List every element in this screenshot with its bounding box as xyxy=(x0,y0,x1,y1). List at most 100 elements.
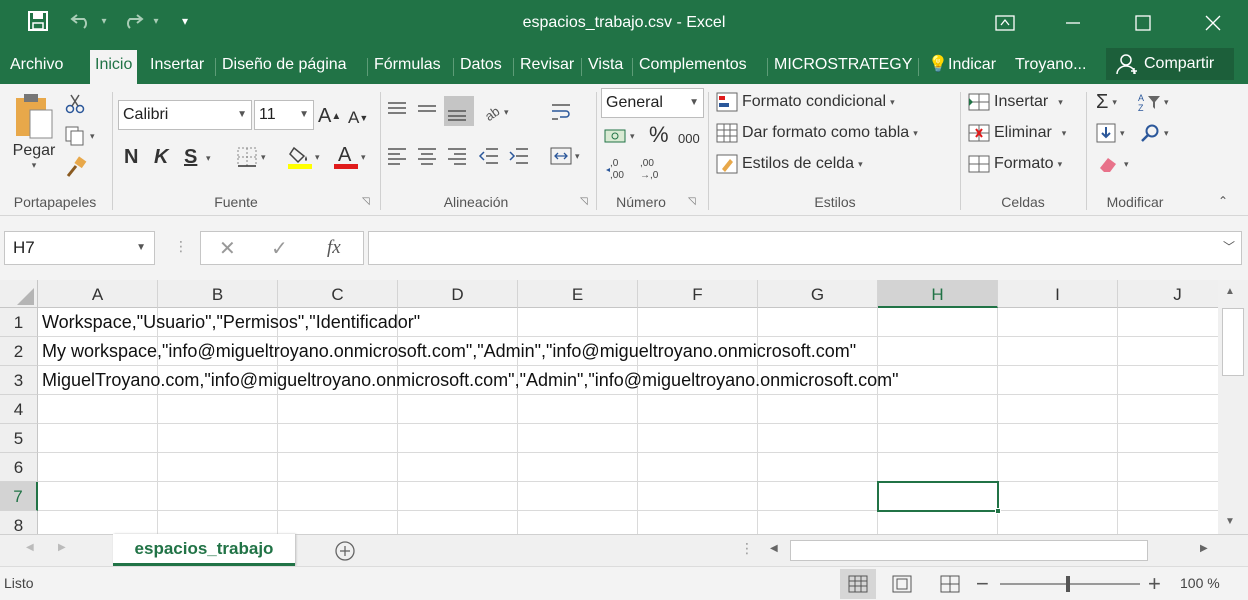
wrap-text-icon[interactable] xyxy=(550,100,576,124)
normal-view-icon[interactable] xyxy=(840,569,876,599)
copy-icon[interactable]: ▾ xyxy=(64,124,104,148)
bold-button[interactable]: N xyxy=(124,144,146,170)
zoom-out-icon[interactable]: − xyxy=(976,571,989,597)
conditional-format-button[interactable]: Formato condicional ▾ xyxy=(716,90,895,114)
paste-button[interactable]: Pegar ▾ xyxy=(10,92,58,182)
accounting-format-icon[interactable]: ▾ xyxy=(604,124,644,148)
fill-icon[interactable]: ▾ xyxy=(1096,121,1125,145)
cell-a3[interactable]: MiguelTroyano.com,"info@migueltroyano.on… xyxy=(42,366,899,395)
font-color-icon[interactable]: A ▾ xyxy=(334,142,374,172)
tab-split-handle-icon[interactable]: ⋮ xyxy=(740,540,754,557)
cell-a2[interactable]: My workspace,"info@migueltroyano.onmicro… xyxy=(42,337,856,366)
maximize-icon[interactable] xyxy=(1120,0,1166,46)
zoom-slider[interactable] xyxy=(1000,576,1140,592)
row-header-5[interactable]: 5 xyxy=(0,424,38,453)
increase-indent-icon[interactable] xyxy=(508,144,534,168)
number-launcher-icon[interactable]: ◹ xyxy=(688,196,696,207)
tab-microstrategy[interactable]: MICROSTRATEGY xyxy=(769,50,917,84)
align-top-icon[interactable] xyxy=(386,98,412,122)
fill-color-icon[interactable]: ▾ xyxy=(288,142,328,172)
comma-style-button[interactable]: 000 xyxy=(678,128,704,148)
align-middle-icon[interactable] xyxy=(416,98,442,122)
sheet-tab[interactable]: espacios_trabajo xyxy=(113,534,295,566)
row-header-4[interactable]: 4 xyxy=(0,395,38,424)
borders-icon[interactable]: ▾ xyxy=(236,144,276,170)
alignment-launcher-icon[interactable]: ◹ xyxy=(580,196,588,207)
font-size-select[interactable]: 11 ▼ xyxy=(254,100,314,130)
tell-me-box[interactable]: 💡Indicar xyxy=(926,50,1001,84)
horizontal-scrollbar[interactable]: ◀ ▶ xyxy=(764,538,1218,563)
column-header-d[interactable]: D xyxy=(398,280,518,308)
column-header-e[interactable]: E xyxy=(518,280,638,308)
decrease-indent-icon[interactable] xyxy=(478,144,504,168)
column-header-c[interactable]: C xyxy=(278,280,398,308)
font-launcher-icon[interactable]: ◹ xyxy=(362,196,370,207)
tab-complementos[interactable]: Complementos xyxy=(634,50,752,84)
vertical-scrollbar[interactable]: ▲ ▼ xyxy=(1218,280,1248,534)
delete-cells-button[interactable]: Eliminar ▾ xyxy=(968,121,1066,145)
fill-handle[interactable] xyxy=(995,508,1001,514)
column-header-f[interactable]: F xyxy=(638,280,758,308)
scroll-thumb[interactable] xyxy=(1222,308,1244,376)
zoom-in-icon[interactable]: + xyxy=(1148,571,1161,597)
worksheet-grid[interactable]: A B C D E F G H I J 1 2 3 4 5 6 7 8 Workspace,"Usuario","P… xyxy=(0,280,1218,534)
close-icon[interactable] xyxy=(1190,0,1236,46)
cancel-icon[interactable]: ✕ xyxy=(219,236,236,261)
add-sheet-icon[interactable] xyxy=(334,540,356,567)
row-header-6[interactable]: 6 xyxy=(0,453,38,482)
enter-icon[interactable]: ✓ xyxy=(271,236,288,261)
row-header-1[interactable]: 1 xyxy=(0,308,38,337)
prev-sheet-icon[interactable]: ◀ xyxy=(26,542,34,553)
share-button[interactable]: Compartir xyxy=(1106,48,1234,80)
number-format-select[interactable]: General ▼ xyxy=(601,88,704,118)
merge-center-icon[interactable]: ▾ xyxy=(550,144,590,168)
row-header-8[interactable]: 8 xyxy=(0,511,38,534)
scroll-right-icon[interactable]: ▶ xyxy=(1200,543,1208,554)
sort-filter-icon[interactable]: A Z ▾ xyxy=(1138,90,1169,114)
row-header-3[interactable]: 3 xyxy=(0,366,38,395)
format-painter-icon[interactable] xyxy=(64,156,88,180)
user-account[interactable]: Troyano... xyxy=(1010,50,1091,84)
column-header-i[interactable]: I xyxy=(998,280,1118,308)
tab-formulas[interactable]: Fórmulas xyxy=(369,50,446,84)
tab-diseno[interactable]: Diseño de página xyxy=(217,50,352,84)
insert-cells-button[interactable]: Insertar ▾ xyxy=(968,90,1063,114)
cut-icon[interactable] xyxy=(64,92,88,116)
insert-function-button[interactable]: fx xyxy=(327,237,341,259)
row-header-2[interactable]: 2 xyxy=(0,337,38,366)
tab-vista[interactable]: Vista xyxy=(583,50,628,84)
shrink-font-icon[interactable]: A ▼ xyxy=(348,104,372,132)
collapse-ribbon-icon[interactable]: ⌃ xyxy=(1218,194,1228,208)
column-header-b[interactable]: B xyxy=(158,280,278,308)
align-bottom-icon[interactable] xyxy=(444,96,474,126)
italic-button[interactable]: K xyxy=(154,144,176,170)
autosum-icon[interactable]: Σ ▾ xyxy=(1096,90,1117,114)
expand-formula-icon[interactable]: ﹀ xyxy=(1223,238,1235,255)
underline-dropdown-icon[interactable]: ▾ xyxy=(206,146,218,170)
ribbon-display-icon[interactable] xyxy=(982,0,1028,46)
clear-icon[interactable]: ▾ xyxy=(1096,152,1129,176)
zoom-level[interactable]: 100 % xyxy=(1180,575,1220,591)
decrease-decimal-icon[interactable]: ,00 →,0 xyxy=(636,156,662,182)
tab-archivo[interactable]: Archivo xyxy=(5,50,68,84)
format-as-table-button[interactable]: Dar formato como tabla ▾ xyxy=(716,121,918,145)
column-header-j[interactable]: J xyxy=(1118,280,1218,308)
formula-input[interactable]: ﹀ xyxy=(368,231,1242,265)
scroll-down-icon[interactable]: ▼ xyxy=(1225,516,1235,527)
scroll-left-icon[interactable]: ◀ xyxy=(770,543,778,554)
tab-insertar[interactable]: Insertar xyxy=(145,50,209,84)
minimize-icon[interactable] xyxy=(1050,0,1096,46)
grow-font-icon[interactable]: A ▲ xyxy=(318,102,342,130)
column-header-h[interactable]: H xyxy=(878,280,998,308)
format-cells-button[interactable]: Formato ▾ xyxy=(968,152,1062,176)
column-header-g[interactable]: G xyxy=(758,280,878,308)
align-right-icon[interactable] xyxy=(446,144,472,168)
align-center-icon[interactable] xyxy=(416,144,442,168)
next-sheet-icon[interactable]: ▶ xyxy=(58,542,66,553)
scroll-up-icon[interactable]: ▲ xyxy=(1225,286,1235,297)
find-select-icon[interactable]: ▾ xyxy=(1140,121,1169,145)
page-break-icon[interactable] xyxy=(940,575,960,598)
select-all-corner[interactable] xyxy=(0,280,38,308)
page-layout-icon[interactable] xyxy=(892,575,912,598)
increase-decimal-icon[interactable]: ,0,00 xyxy=(606,156,632,182)
